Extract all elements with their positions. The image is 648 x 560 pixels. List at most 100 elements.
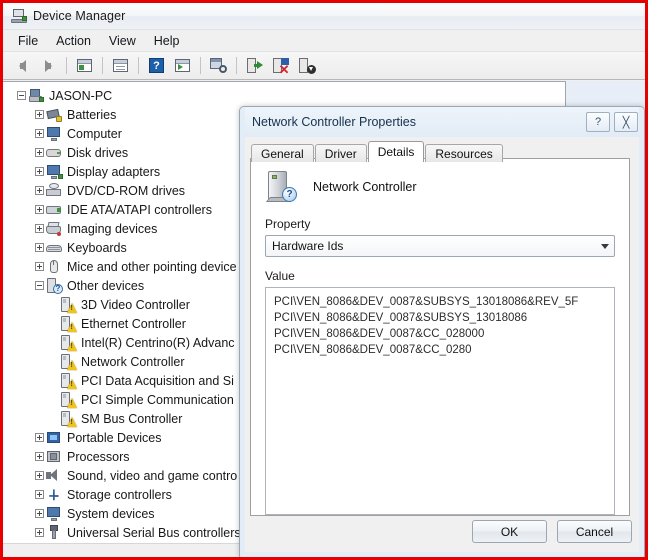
disable-device-button[interactable]: ✕	[268, 54, 293, 78]
tree-item-label: Network Controller	[81, 354, 185, 369]
details-tab-page: ? Network Controller Property Hardware I…	[250, 158, 630, 516]
storage-controller-icon: ∔	[48, 487, 60, 503]
computer-icon	[46, 126, 62, 141]
dvd-drive-icon	[46, 183, 62, 198]
expand-expander-icon[interactable]	[35, 509, 44, 518]
forward-button[interactable]	[36, 54, 61, 78]
tree-item-label: Imaging devices	[67, 221, 158, 236]
forward-arrow-icon	[45, 59, 52, 72]
tree-root-item[interactable]: JASON-PC	[3, 86, 565, 105]
expand-expander-icon[interactable]	[35, 224, 44, 233]
value-list-item[interactable]: PCI\VEN_8086&DEV_0087&CC_028000	[274, 326, 606, 342]
property-dropdown[interactable]: Hardware Ids	[265, 235, 615, 257]
system-device-icon	[46, 506, 62, 521]
expand-expander-icon[interactable]	[35, 433, 44, 442]
show-hide-action-pane-icon	[175, 59, 190, 72]
display-adapter-icon	[46, 164, 63, 179]
tab-details[interactable]: Details	[367, 141, 425, 162]
collapse-expander-icon[interactable]	[35, 281, 44, 290]
update-driver-software-button[interactable]	[242, 54, 267, 78]
show-hide-action-pane-button[interactable]	[170, 54, 195, 78]
tree-item-label: JASON-PC	[49, 88, 113, 103]
menu-item-action[interactable]: Action	[47, 32, 100, 50]
ok-button[interactable]: OK	[472, 520, 547, 543]
value-list[interactable]: PCI\VEN_8086&DEV_0087&SUBSYS_13018086&RE…	[265, 287, 615, 515]
tree-item-label: IDE ATA/ATAPI controllers	[67, 202, 212, 217]
tab-driver[interactable]: Driver	[314, 144, 367, 162]
expand-expander-icon[interactable]	[35, 129, 44, 138]
menu-item-view[interactable]: View	[100, 32, 145, 50]
expand-expander-icon[interactable]	[35, 471, 44, 480]
disable-device-icon: ✕	[272, 58, 290, 76]
value-list-item[interactable]: PCI\VEN_8086&DEV_0087&SUBSYS_13018086&RE…	[274, 294, 606, 310]
device-name-label: Network Controller	[313, 180, 417, 194]
show-hide-console-tree-icon	[77, 59, 92, 72]
expand-expander-icon[interactable]	[35, 110, 44, 119]
device-manager-window: Device Manager File Action View Help ? ✕…	[3, 3, 645, 557]
warning-device-icon	[60, 316, 77, 332]
mmc-console-icon	[11, 9, 27, 23]
menu-item-help[interactable]: Help	[145, 32, 189, 50]
tree-item-label: Keyboards	[67, 240, 127, 255]
uninstall-device-button[interactable]	[294, 54, 319, 78]
show-hide-console-tree-button[interactable]	[72, 54, 97, 78]
tree-item-label: Ethernet Controller	[81, 316, 186, 331]
tree-item-label: Display adapters	[67, 164, 161, 179]
tree-item-label: PCI Data Acquisition and Si	[81, 373, 234, 388]
collapse-expander-icon[interactable]	[17, 91, 26, 100]
back-arrow-icon	[19, 59, 26, 72]
device-header: ? Network Controller	[251, 159, 629, 203]
tree-item-label: Other devices	[67, 278, 145, 293]
tree-item-label: Portable Devices	[67, 430, 162, 445]
property-selected-value: Hardware Ids	[272, 239, 344, 253]
value-list-item[interactable]: PCI\VEN_8086&DEV_0087&SUBSYS_13018086	[274, 310, 606, 326]
dialog-button-row: OK Cancel	[472, 520, 632, 543]
scan-for-hardware-changes-button[interactable]	[206, 54, 231, 78]
tab-general[interactable]: General	[251, 144, 314, 162]
tree-item-label: Sound, video and game contro	[67, 468, 238, 483]
mouse-icon	[46, 259, 62, 274]
uninstall-device-icon	[298, 58, 316, 74]
network-controller-properties-dialog: Network Controller Properties ? ╳ Genera…	[239, 106, 645, 557]
warning-device-icon	[60, 373, 77, 389]
dialog-title: Network Controller Properties	[252, 115, 416, 129]
dialog-help-button[interactable]: ?	[586, 112, 610, 132]
scan-for-hardware-changes-icon	[210, 58, 227, 73]
toolbar: ? ✕	[3, 52, 645, 80]
expand-expander-icon[interactable]	[35, 243, 44, 252]
warning-device-icon	[60, 392, 77, 408]
toolbar-separator	[66, 57, 67, 74]
expand-expander-icon[interactable]	[35, 262, 44, 271]
help-button[interactable]: ?	[144, 54, 169, 78]
properties-button[interactable]	[108, 54, 133, 78]
expand-expander-icon[interactable]	[35, 490, 44, 499]
expand-expander-icon[interactable]	[35, 452, 44, 461]
chevron-down-icon[interactable]	[596, 236, 614, 256]
properties-icon	[113, 59, 128, 72]
expand-expander-icon[interactable]	[35, 148, 44, 157]
tree-item-label: Processors	[67, 449, 130, 464]
tab-resources[interactable]: Resources	[425, 144, 503, 162]
value-list-item[interactable]: PCI\VEN_8086&DEV_0087&CC_0280	[274, 342, 606, 358]
expand-expander-icon[interactable]	[35, 167, 44, 176]
help-icon: ?	[149, 58, 164, 73]
tree-item-label: Storage controllers	[67, 487, 172, 502]
menu-item-file[interactable]: File	[9, 32, 47, 50]
warning-device-icon	[60, 411, 77, 427]
expand-expander-icon[interactable]	[35, 186, 44, 195]
tree-item-label: SM Bus Controller	[81, 411, 183, 426]
window-title: Device Manager	[33, 9, 126, 23]
dialog-close-button[interactable]: ╳	[614, 112, 638, 132]
back-button[interactable]	[10, 54, 35, 78]
processor-icon	[46, 449, 62, 464]
expand-expander-icon[interactable]	[35, 205, 44, 214]
menu-bar: File Action View Help	[3, 30, 645, 52]
update-driver-software-icon	[246, 58, 263, 73]
cancel-button[interactable]: Cancel	[557, 520, 632, 543]
unknown-device-large-icon: ?	[265, 171, 297, 203]
warning-device-icon	[60, 297, 77, 313]
toolbar-separator	[236, 57, 237, 74]
expand-expander-icon[interactable]	[35, 528, 44, 537]
unknown-device-icon: ?	[46, 278, 63, 294]
tree-item-label: PCI Simple Communication	[81, 392, 234, 407]
